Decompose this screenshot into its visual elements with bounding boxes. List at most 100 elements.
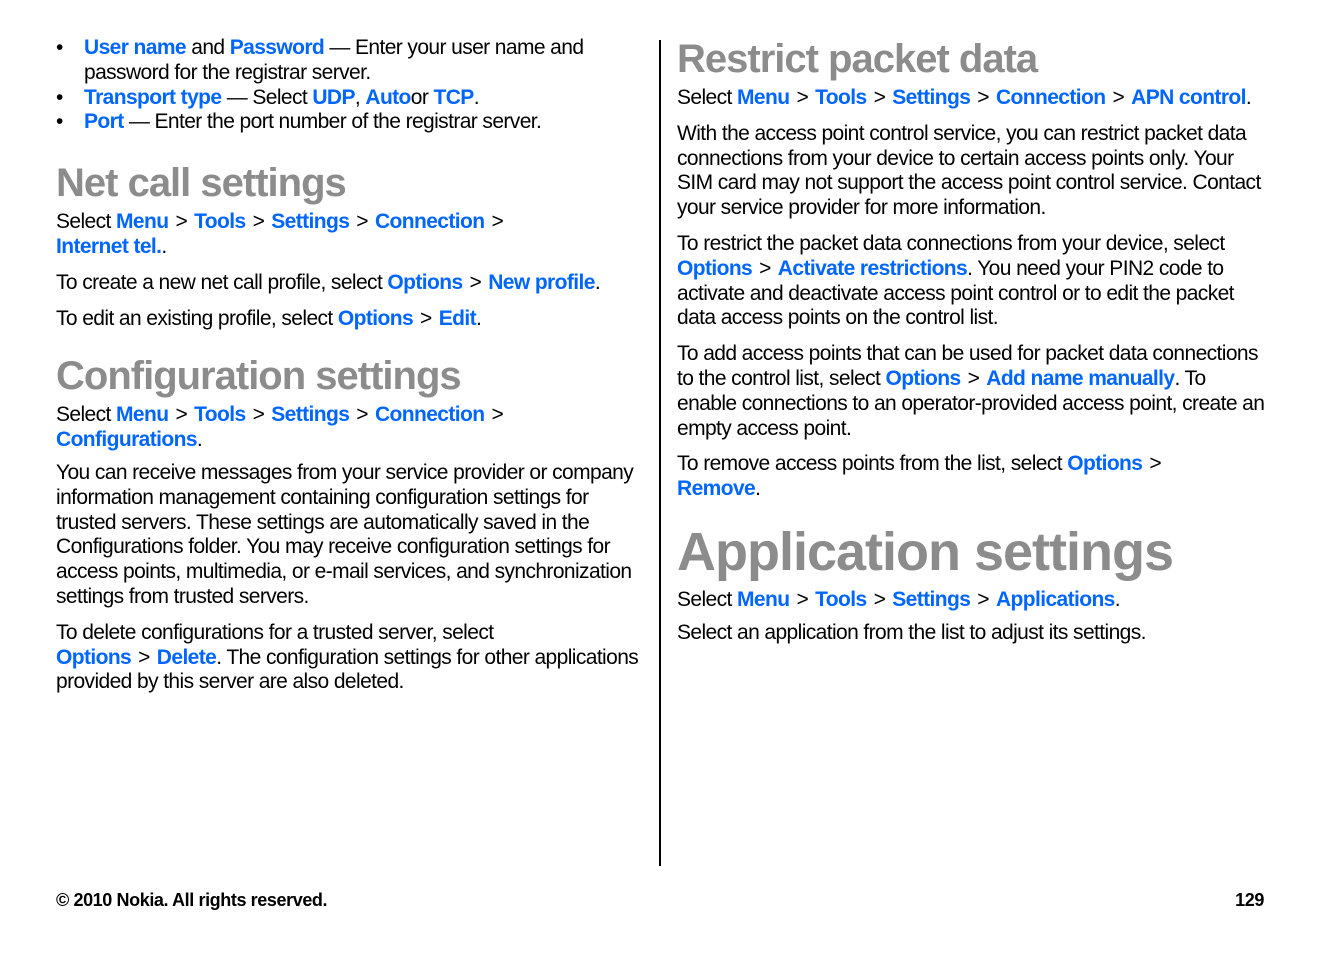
separator: > <box>977 587 989 611</box>
link-port[interactable]: Port <box>84 110 124 133</box>
link-options[interactable]: Options <box>338 307 414 330</box>
link-tcp[interactable]: TCP <box>434 86 475 109</box>
separator: > <box>977 86 989 109</box>
copyright-text: © 2010 Nokia. All rights reserved. <box>56 890 328 910</box>
right-column: Restrict packet data Select Menu > Tools > S… <box>677 36 1269 646</box>
restrict-activate-paragraph: To restrict the packet data connections … <box>677 232 1269 331</box>
text: Select <box>56 210 116 234</box>
link-activate-restrictions[interactable]: Activate restrictions <box>778 257 968 280</box>
heading-application-settings: Application settings <box>677 521 1174 582</box>
link-menu[interactable]: Menu <box>116 403 169 426</box>
left-column: User name and Password — Enter your user… <box>56 36 646 695</box>
restrict-remove-paragraph: To remove access points from the list, s… <box>677 452 1269 502</box>
separator: > <box>873 86 886 109</box>
link-options[interactable]: Options <box>387 271 463 294</box>
separator: > <box>420 306 432 330</box>
separator: > <box>1112 86 1125 109</box>
text: — Select <box>221 85 313 109</box>
link-tools[interactable]: Tools <box>194 403 246 426</box>
heading-restrict-packet-data: Restrict packet data <box>677 37 1038 81</box>
config-delete-paragraph: To delete configurations for a trusted s… <box>56 621 646 695</box>
link-options[interactable]: Options <box>885 367 961 390</box>
link-applications[interactable]: Applications <box>996 588 1115 611</box>
link-remove[interactable]: Remove <box>677 477 756 500</box>
link-settings[interactable]: Settings <box>271 403 350 426</box>
link-internet-tel[interactable]: Internet tel. <box>56 235 162 258</box>
link-apn-control[interactable]: APN control <box>1131 86 1246 109</box>
text: To remove access points from the list, s… <box>677 452 1068 476</box>
text: and <box>186 36 230 59</box>
separator: > <box>138 645 150 669</box>
separator: > <box>252 210 265 234</box>
text: , <box>354 85 366 109</box>
separator: > <box>175 403 188 427</box>
text: . <box>196 428 203 452</box>
list-item: Transport type — Select UDP, Autoor TCP. <box>56 86 646 111</box>
link-settings[interactable]: Settings <box>892 588 971 611</box>
apps-description-paragraph: Select an application from the list to a… <box>677 620 1146 644</box>
net-call-menu-path: Select Menu > Tools > Settings > Connection > In… <box>56 210 646 260</box>
link-options[interactable]: Options <box>677 257 753 280</box>
link-user-name[interactable]: User name <box>84 36 187 59</box>
heading-configuration-settings: Configuration settings <box>56 354 462 399</box>
link-tools[interactable]: Tools <box>815 86 867 109</box>
config-description-paragraph: You can receive messages from your servi… <box>56 460 634 608</box>
link-delete[interactable]: Delete <box>157 646 217 669</box>
text: To create a new net call profile, select <box>56 270 388 294</box>
restrict-add-paragraph: To add access points that can be used fo… <box>677 342 1269 441</box>
separator: > <box>759 256 771 280</box>
separator: > <box>356 403 368 427</box>
text: Select <box>677 86 737 109</box>
separator: > <box>796 587 809 611</box>
text: To restrict the packet data connections … <box>677 231 1225 255</box>
apps-menu-path: Select Menu > Tools > Settings > Applications. <box>677 588 1269 613</box>
list-item: Port — Enter the port number of the regi… <box>56 110 646 135</box>
text: . <box>475 306 482 330</box>
separator: > <box>491 210 504 234</box>
text: — Enter the port number of the registrar… <box>123 110 542 134</box>
separator: > <box>356 210 368 234</box>
separator: > <box>252 403 265 427</box>
link-connection[interactable]: Connection <box>375 403 485 426</box>
link-options[interactable]: Options <box>56 646 132 669</box>
page-footer: © 2010 Nokia. All rights reserved. 129 <box>56 890 1264 911</box>
link-new-profile[interactable]: New profile <box>488 271 595 294</box>
text: To delete configurations for a trusted s… <box>56 620 494 644</box>
net-call-edit-paragraph: To edit an existing profile, select Opti… <box>56 307 646 332</box>
restrict-menu-path: Select Menu > Tools > Settings > Connection > AP… <box>677 86 1269 111</box>
link-options[interactable]: Options <box>1067 452 1143 475</box>
registrar-settings-list: User name and Password — Enter your user… <box>56 36 646 135</box>
config-menu-path: Select Menu > Tools > Settings > Connection > Co… <box>56 403 646 453</box>
link-udp[interactable]: UDP <box>312 86 355 109</box>
heading-net-call-settings: Net call settings <box>56 161 347 206</box>
link-tools[interactable]: Tools <box>815 588 867 611</box>
separator: > <box>491 403 504 427</box>
restrict-description-paragraph: With the access point control service, y… <box>677 121 1261 220</box>
text: . <box>594 270 601 294</box>
column-divider <box>659 40 661 866</box>
separator: > <box>175 210 188 234</box>
link-menu[interactable]: Menu <box>737 588 790 611</box>
link-menu[interactable]: Menu <box>116 210 169 233</box>
link-edit[interactable]: Edit <box>439 307 477 330</box>
link-auto[interactable]: Auto <box>365 86 411 109</box>
link-configurations[interactable]: Configurations <box>56 428 198 451</box>
link-settings[interactable]: Settings <box>271 210 350 233</box>
text: . <box>161 234 167 258</box>
link-password[interactable]: Password <box>230 36 325 59</box>
text: Select <box>677 587 737 611</box>
list-item: User name and Password — Enter your user… <box>56 36 646 86</box>
link-settings[interactable]: Settings <box>892 86 971 109</box>
link-menu[interactable]: Menu <box>737 86 790 109</box>
page-number: 129 <box>1235 890 1264 910</box>
link-transport-type[interactable]: Transport type <box>84 86 222 109</box>
link-add-name-manually[interactable]: Add name manually <box>986 367 1175 390</box>
text: . <box>473 85 480 109</box>
link-tools[interactable]: Tools <box>194 210 246 233</box>
net-call-create-paragraph: To create a new net call profile, select… <box>56 271 646 296</box>
text: . <box>755 477 761 501</box>
link-connection[interactable]: Connection <box>375 210 485 233</box>
link-connection[interactable]: Connection <box>996 86 1106 109</box>
text: To edit an existing profile, select <box>56 306 338 330</box>
text: Select <box>56 403 116 427</box>
